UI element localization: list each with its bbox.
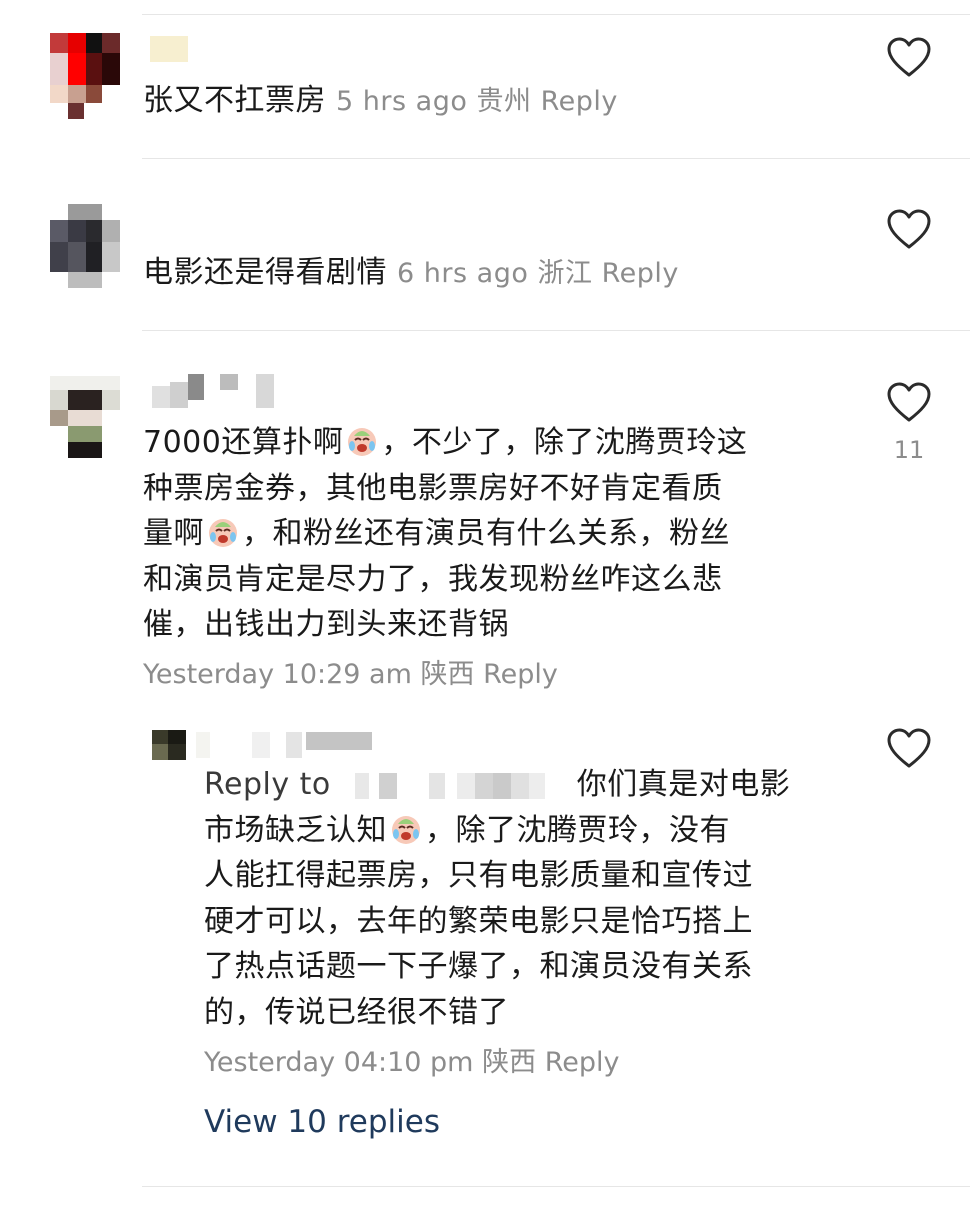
- comment-meta: Yesterday 10:29 am 陕西 Reply: [143, 652, 558, 691]
- crying-laughing-emoji-icon: [348, 428, 377, 456]
- reply-text: Reply to 你们真是对电影 市场缺乏认知 ，除了沈腾贾玲，没有 人能扛得起票房…: [204, 762, 854, 1035]
- comment-body: 催，出钱出力到头来还背锅: [143, 607, 509, 642]
- comment-body: 硬才可以，去年的繁荣电影只是恰巧搭上: [204, 903, 753, 939]
- timestamp: 5 hrs ago: [336, 86, 468, 117]
- comment-body: 7000还算扑啊: [143, 425, 344, 460]
- divider: [142, 330, 970, 331]
- comment-meta: 5 hrs ago 贵州 Reply: [336, 86, 618, 117]
- heart-outline-icon[interactable]: [886, 36, 932, 78]
- comment-line: 硬才可以，去年的繁荣电影只是恰巧搭上: [204, 899, 854, 945]
- comment-text: 电影还是得看剧情 6 hrs ago 浙江 Reply: [143, 250, 679, 297]
- reply-button[interactable]: Reply: [602, 258, 679, 289]
- comment-body: 量啊: [143, 516, 204, 551]
- comment-body: 电影还是得看剧情: [143, 255, 387, 290]
- username-blurred[interactable]: [150, 36, 190, 62]
- reply-button[interactable]: Reply: [483, 659, 558, 690]
- timestamp: Yesterday 10:29 am: [143, 659, 412, 690]
- divider: [142, 1186, 970, 1187]
- heart-outline-icon[interactable]: [886, 727, 932, 769]
- location: 陕西: [482, 1047, 537, 1078]
- reply-meta: Yesterday 04:10 pm 陕西 Reply: [204, 1040, 619, 1079]
- comment-line: 人能扛得起票房，只有电影质量和宣传过: [204, 853, 854, 899]
- heart-outline-icon[interactable]: [886, 208, 932, 250]
- comment-body: 张又不扛票房: [143, 83, 326, 118]
- comment-line: 市场缺乏认知 ，除了沈腾贾玲，没有: [204, 808, 854, 854]
- comment-line: Reply to 你们真是对电影: [204, 762, 854, 808]
- comment-text: 张又不扛票房 5 hrs ago 贵州 Reply: [143, 78, 618, 125]
- comment-body: 市场缺乏认知: [204, 812, 387, 848]
- heart-outline-icon[interactable]: [886, 381, 932, 423]
- comment-body: 人能扛得起票房，只有电影质量和宣传过: [204, 858, 753, 893]
- view-replies-link[interactable]: View 10 replies: [204, 1104, 440, 1140]
- comment-line: 种票房金券，其他电影票房好不好肯定看质: [143, 466, 843, 512]
- comment-text: 7000还算扑啊 ，不少了，除了沈腾贾玲这 种票房金券，其他电影票房好不好肯定看质…: [143, 420, 843, 648]
- like-count: 11: [893, 436, 925, 464]
- location: 陕西: [420, 659, 475, 690]
- crying-laughing-emoji-icon: [209, 519, 237, 547]
- avatar[interactable]: [50, 204, 120, 290]
- divider: [142, 158, 970, 159]
- comment-body: ，不少了，除了沈腾贾玲这: [381, 425, 748, 460]
- crying-laughing-emoji-icon: [392, 815, 420, 844]
- reply-button[interactable]: Reply: [541, 86, 618, 117]
- location: 浙江: [537, 258, 593, 289]
- reply-to-label: Reply to: [204, 767, 331, 802]
- comment-body: 种票房金券，其他电影票房好不好肯定看质: [143, 470, 723, 506]
- comment-line: 催，出钱出力到头来还背锅: [143, 602, 843, 648]
- comment-body: 和演员肯定是尽力了，我发现粉丝咋这么悲: [143, 561, 723, 597]
- reply-button[interactable]: Reply: [545, 1047, 620, 1078]
- avatar[interactable]: [152, 730, 186, 760]
- comment-body: 了热点话题一下子爆了，和演员没有关系: [204, 949, 753, 984]
- mentioned-username-blurred[interactable]: [339, 772, 569, 799]
- timestamp: 6 hrs ago: [397, 258, 529, 289]
- timestamp: Yesterday 04:10 pm: [204, 1047, 474, 1078]
- comment-body: ，和粉丝还有演员有什么关系，粉丝: [242, 516, 730, 551]
- comment-body: ，除了沈腾贾玲，没有: [425, 812, 730, 848]
- comment-line: 和演员肯定是尽力了，我发现粉丝咋这么悲: [143, 557, 843, 603]
- username-blurred[interactable]: [196, 732, 376, 758]
- comment-line: 7000还算扑啊 ，不少了，除了沈腾贾玲这: [143, 420, 843, 466]
- comment-line: 的，传说已经很不错了: [204, 990, 854, 1036]
- avatar[interactable]: [50, 376, 120, 462]
- location: 贵州: [476, 86, 532, 117]
- comment-line: 了热点话题一下子爆了，和演员没有关系: [204, 944, 854, 990]
- avatar[interactable]: [50, 33, 120, 119]
- username-blurred[interactable]: [152, 374, 276, 408]
- comment-line: 量啊 ，和粉丝还有演员有什么关系，粉丝: [143, 511, 843, 557]
- comment-body: 你们真是对电影: [576, 767, 791, 802]
- comment-meta: 6 hrs ago 浙江 Reply: [397, 258, 679, 289]
- divider: [142, 14, 970, 15]
- comment-body: 的，传说已经很不错了: [204, 994, 509, 1030]
